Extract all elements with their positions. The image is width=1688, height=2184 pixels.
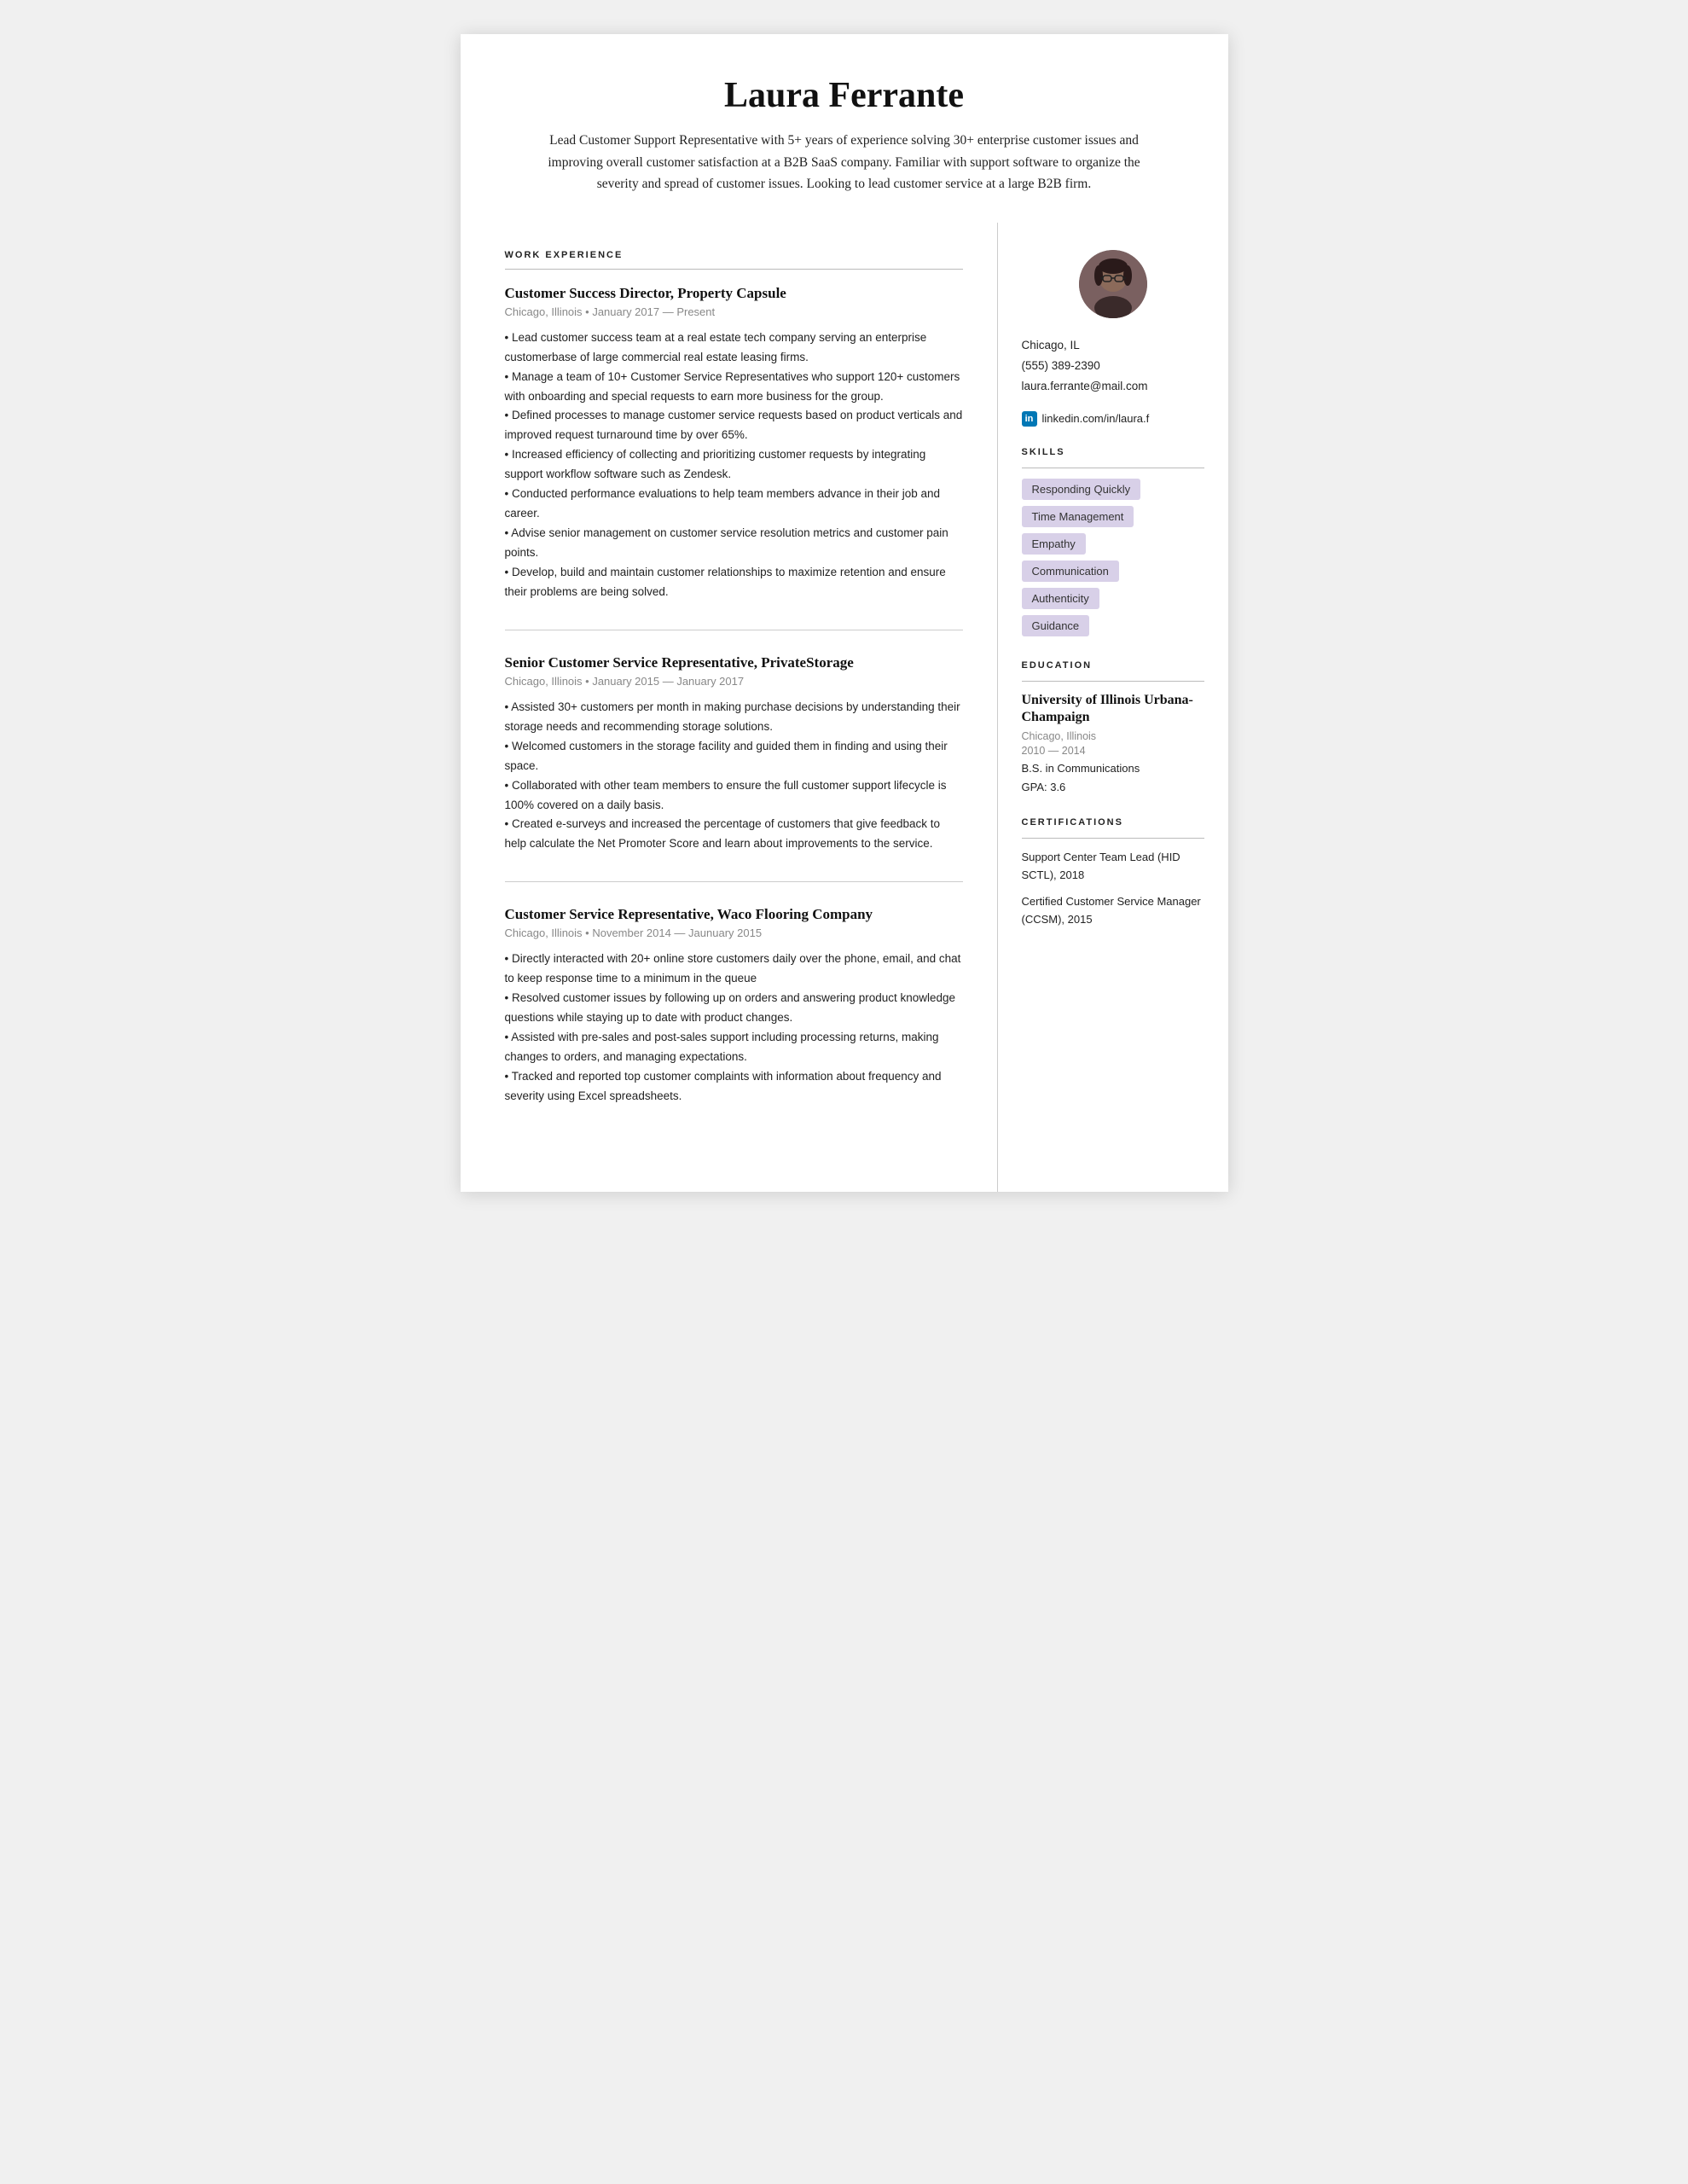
bullet-1-6: • Advise senior management on customer s… — [505, 526, 948, 559]
work-section-divider — [505, 269, 963, 270]
edu-years: 2010 — 2014 — [1022, 745, 1204, 757]
sidebar: Chicago, IL (555) 389-2390 laura.ferrant… — [998, 223, 1228, 972]
linkedin-icon: in — [1022, 411, 1037, 427]
skill-3: Empathy — [1022, 533, 1086, 555]
job-bullets-3: • Directly interacted with 20+ online st… — [505, 950, 963, 1107]
job-bullets-1: • Lead customer success team at a real e… — [505, 328, 963, 602]
bullet-1-5: • Conducted performance evaluations to h… — [505, 487, 941, 520]
email: laura.ferrante@mail.com — [1022, 376, 1204, 397]
job-block-2: Senior Customer Service Representative, … — [505, 654, 963, 883]
skill-1: Responding Quickly — [1022, 479, 1141, 500]
cert-2: Certified Customer Service Manager (CCSM… — [1022, 893, 1204, 929]
skill-4: Communication — [1022, 561, 1119, 582]
phone: (555) 389-2390 — [1022, 356, 1204, 376]
job-title-3: Customer Service Representative, Waco Fl… — [505, 906, 963, 923]
education-label: EDUCATION — [1022, 660, 1204, 671]
job-meta-2: Chicago, Illinois • January 2015 — Janua… — [505, 675, 963, 688]
job-title-2: Senior Customer Service Representative, … — [505, 654, 963, 671]
certifications-label: CERTIFICATIONS — [1022, 817, 1204, 828]
main-content: WORK EXPERIENCE Customer Success Directo… — [461, 223, 998, 1192]
certifications-divider — [1022, 838, 1204, 839]
bullet-3-3: • Assisted with pre-sales and post-sales… — [505, 1031, 939, 1063]
edu-location: Chicago, Illinois — [1022, 730, 1204, 742]
bullet-3-2: • Resolved customer issues by following … — [505, 991, 956, 1024]
bullet-2-1: • Assisted 30+ customers per month in ma… — [505, 700, 960, 733]
cert-1: Support Center Team Lead (HID SCTL), 201… — [1022, 849, 1204, 885]
bullet-1-4: • Increased efficiency of collecting and… — [505, 448, 926, 480]
bullet-1-7: • Develop, build and maintain customer r… — [505, 566, 946, 598]
body-layout: WORK EXPERIENCE Customer Success Directo… — [461, 223, 1228, 1192]
job-meta-3: Chicago, Illinois • November 2014 — Jaun… — [505, 926, 963, 939]
avatar — [1079, 250, 1147, 318]
header-summary: Lead Customer Support Representative wit… — [537, 130, 1151, 195]
job-title-1: Customer Success Director, Property Caps… — [505, 285, 963, 302]
header-section: Laura Ferrante Lead Customer Support Rep… — [461, 34, 1228, 223]
skill-5: Authenticity — [1022, 588, 1099, 609]
education-divider — [1022, 681, 1204, 682]
job-block-1: Customer Success Director, Property Caps… — [505, 285, 963, 630]
bullet-3-1: • Directly interacted with 20+ online st… — [505, 952, 961, 985]
contact-info: Chicago, IL (555) 389-2390 laura.ferrant… — [1022, 335, 1204, 398]
bullet-1-2: • Manage a team of 10+ Customer Service … — [505, 370, 960, 403]
job-block-3: Customer Service Representative, Waco Fl… — [505, 906, 963, 1134]
resume-page: Laura Ferrante Lead Customer Support Rep… — [461, 34, 1228, 1192]
work-experience-label: WORK EXPERIENCE — [505, 250, 963, 260]
city: Chicago, IL — [1022, 335, 1204, 356]
bullet-1-1: • Lead customer success team at a real e… — [505, 331, 927, 363]
bullet-1-3: • Defined processes to manage customer s… — [505, 409, 963, 441]
skill-2: Time Management — [1022, 506, 1134, 527]
job-meta-1: Chicago, Illinois • January 2017 — Prese… — [505, 305, 963, 318]
linkedin-url: linkedin.com/in/laura.f — [1042, 412, 1150, 425]
bullet-2-2: • Welcomed customers in the storage faci… — [505, 740, 948, 772]
linkedin-row: in linkedin.com/in/laura.f — [1022, 411, 1204, 427]
job-bullets-2: • Assisted 30+ customers per month in ma… — [505, 698, 963, 855]
bullet-2-4: • Created e-surveys and increased the pe… — [505, 817, 941, 850]
skills-label: SKILLS — [1022, 447, 1204, 457]
edu-gpa: GPA: 3.6 — [1022, 778, 1204, 797]
edu-school: University of Illinois Urbana-Champaign — [1022, 692, 1204, 728]
bullet-3-4: • Tracked and reported top customer comp… — [505, 1070, 942, 1102]
edu-degree: B.S. in Communications — [1022, 759, 1204, 778]
candidate-name: Laura Ferrante — [512, 75, 1177, 116]
skills-list: Responding Quickly Time Management Empat… — [1022, 479, 1204, 636]
skill-6: Guidance — [1022, 615, 1090, 636]
bullet-2-3: • Collaborated with other team members t… — [505, 779, 947, 811]
